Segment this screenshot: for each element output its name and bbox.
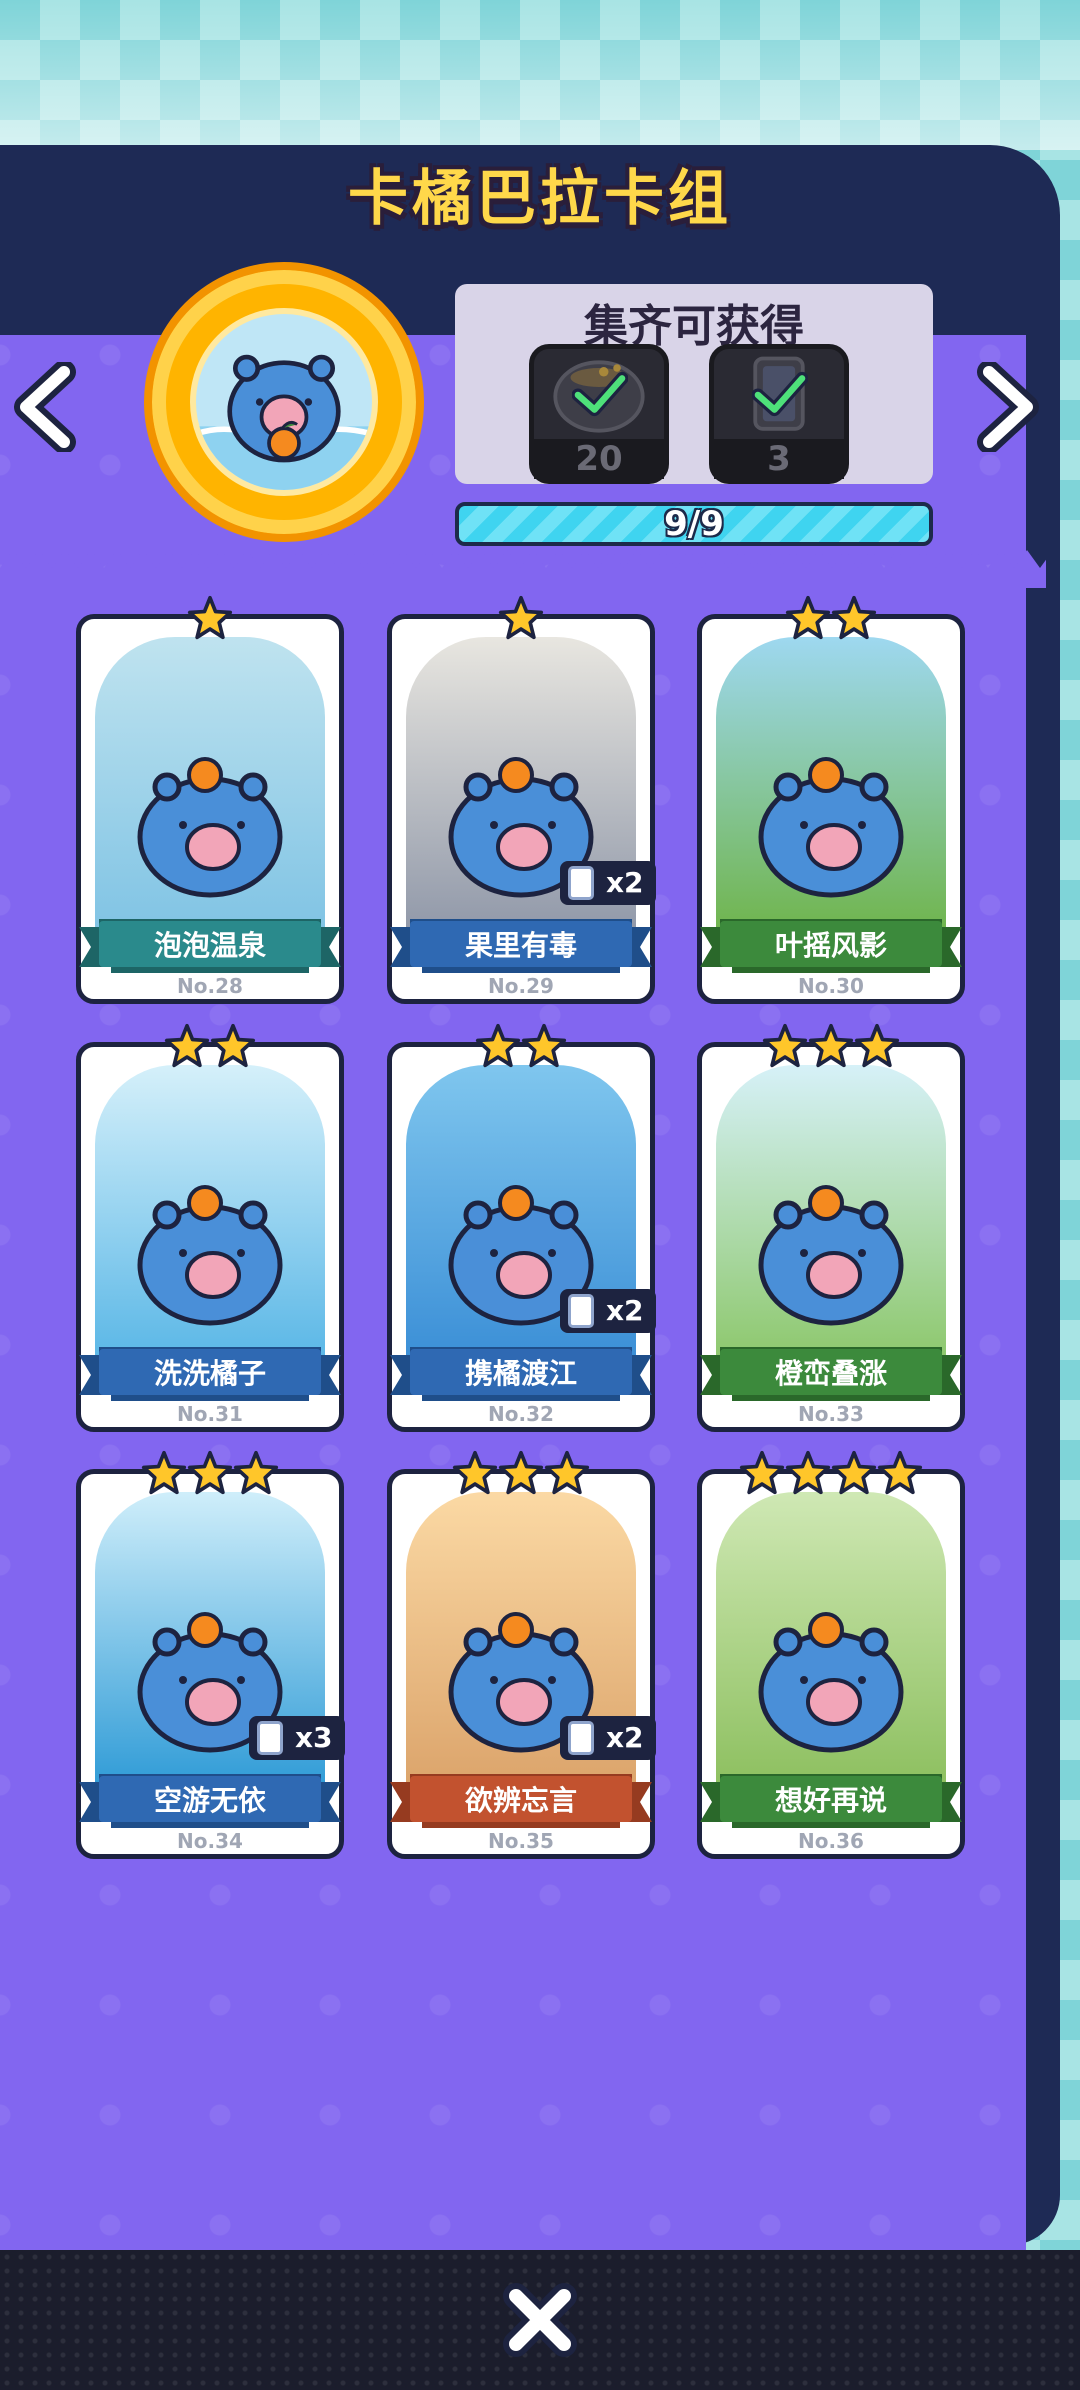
star-icon	[831, 1450, 877, 1498]
star-icon	[233, 1450, 279, 1498]
star-icon	[498, 1450, 544, 1498]
card-name: 欲辨忘言	[464, 1784, 577, 1817]
card-stack-icon	[568, 1721, 594, 1755]
zigzag-divider	[0, 550, 1046, 588]
card-stack-icon	[568, 1294, 594, 1328]
star-icon	[452, 1450, 498, 1498]
duplicate-count-badge: x2	[560, 1289, 656, 1333]
reward-count: 20	[534, 439, 664, 479]
card-number: No.36	[798, 1829, 864, 1853]
card-name: 果里有毒	[464, 929, 577, 962]
star-icon	[164, 1023, 210, 1071]
star-icon	[808, 1023, 854, 1071]
collection-card[interactable]: 果里有毒 No.29 x2	[387, 595, 656, 1004]
duplicate-count: x2	[606, 1721, 644, 1754]
background-pattern	[0, 0, 1080, 150]
card-number: No.30	[798, 974, 864, 998]
page-title: 卡橘巴拉卡组	[348, 164, 732, 234]
close-icon	[503, 2283, 577, 2357]
star-icon	[544, 1450, 590, 1498]
reward-coin-pouch[interactable]: 20	[529, 344, 669, 484]
duplicate-count: x2	[606, 866, 644, 899]
card-name: 叶摇风影	[774, 929, 887, 962]
set-rewards-box: 集齐可获得 20 3	[455, 284, 933, 484]
duplicate-count: x2	[606, 1294, 644, 1327]
card-star-rating	[702, 595, 960, 643]
card-number: No.28	[177, 974, 243, 998]
card-number: No.29	[488, 974, 554, 998]
card-star-rating	[81, 595, 339, 643]
close-button[interactable]	[500, 2280, 580, 2360]
check-icon	[752, 371, 808, 417]
star-icon	[831, 595, 877, 643]
collection-card[interactable]: 洗洗橘子 No.31	[76, 1023, 344, 1432]
collection-card[interactable]: 想好再说 No.36	[697, 1450, 965, 1859]
collection-card[interactable]: 泡泡温泉 No.28	[76, 595, 344, 1004]
collection-card[interactable]: 叶摇风影 No.30	[697, 595, 965, 1004]
set-medal-badge	[144, 262, 424, 542]
chevron-right-icon	[977, 362, 1039, 452]
card-name: 泡泡温泉	[153, 929, 266, 962]
duplicate-count: x3	[295, 1721, 333, 1754]
progress-text: 9/9	[664, 504, 724, 544]
medal-capybara-art	[190, 308, 378, 496]
duplicate-count-badge: x2	[560, 1716, 656, 1760]
collection-card[interactable]: 欲辨忘言 No.35 x2	[387, 1450, 656, 1859]
card-number: No.31	[177, 1402, 243, 1426]
card-star-rating	[392, 595, 650, 643]
collection-card[interactable]: 空游无依 No.34 x3	[76, 1450, 345, 1859]
chevron-left-icon	[14, 362, 76, 452]
card-name: 橙峦叠涨	[774, 1357, 887, 1390]
star-icon	[210, 1023, 256, 1071]
star-icon	[498, 595, 544, 643]
card-name: 想好再说	[774, 1784, 887, 1817]
star-icon	[877, 1450, 923, 1498]
reward-card-pack[interactable]: 3	[709, 344, 849, 484]
collection-progress-bar: 9/9	[455, 502, 933, 546]
star-icon	[762, 1023, 808, 1071]
star-icon	[521, 1023, 567, 1071]
collection-card[interactable]: 橙峦叠涨 No.33	[697, 1023, 965, 1432]
duplicate-count-badge: x3	[249, 1716, 345, 1760]
check-icon	[572, 371, 628, 417]
card-star-rating	[81, 1450, 339, 1498]
card-star-rating	[392, 1023, 650, 1071]
card-stack-icon	[568, 866, 594, 900]
card-name: 携橘渡江	[464, 1357, 577, 1390]
next-set-button[interactable]	[965, 362, 1045, 452]
card-artwork	[95, 637, 325, 937]
rewards-title: 集齐可获得	[584, 301, 804, 352]
card-number: No.33	[798, 1402, 864, 1426]
card-artwork	[716, 637, 946, 937]
card-artwork	[716, 1492, 946, 1792]
star-icon	[187, 1450, 233, 1498]
reward-count: 3	[714, 439, 844, 479]
collection-card[interactable]: 携橘渡江 No.32 x2	[387, 1023, 656, 1432]
star-icon	[739, 1450, 785, 1498]
star-icon	[475, 1023, 521, 1071]
previous-set-button[interactable]	[8, 362, 88, 452]
card-stack-icon	[257, 1721, 283, 1755]
card-star-rating	[702, 1450, 960, 1498]
star-icon	[141, 1450, 187, 1498]
card-name: 空游无依	[153, 1784, 266, 1817]
card-star-rating	[702, 1023, 960, 1071]
card-number: No.35	[488, 1829, 554, 1853]
card-name: 洗洗橘子	[153, 1357, 266, 1390]
card-number: No.32	[488, 1402, 554, 1426]
star-icon	[785, 1450, 831, 1498]
star-icon	[785, 595, 831, 643]
card-star-rating	[81, 1023, 339, 1071]
card-number: No.34	[177, 1829, 243, 1853]
card-artwork	[95, 1065, 325, 1365]
duplicate-count-badge: x2	[560, 861, 656, 905]
card-star-rating	[392, 1450, 650, 1498]
card-artwork	[716, 1065, 946, 1365]
star-icon	[187, 595, 233, 643]
star-icon	[854, 1023, 900, 1071]
